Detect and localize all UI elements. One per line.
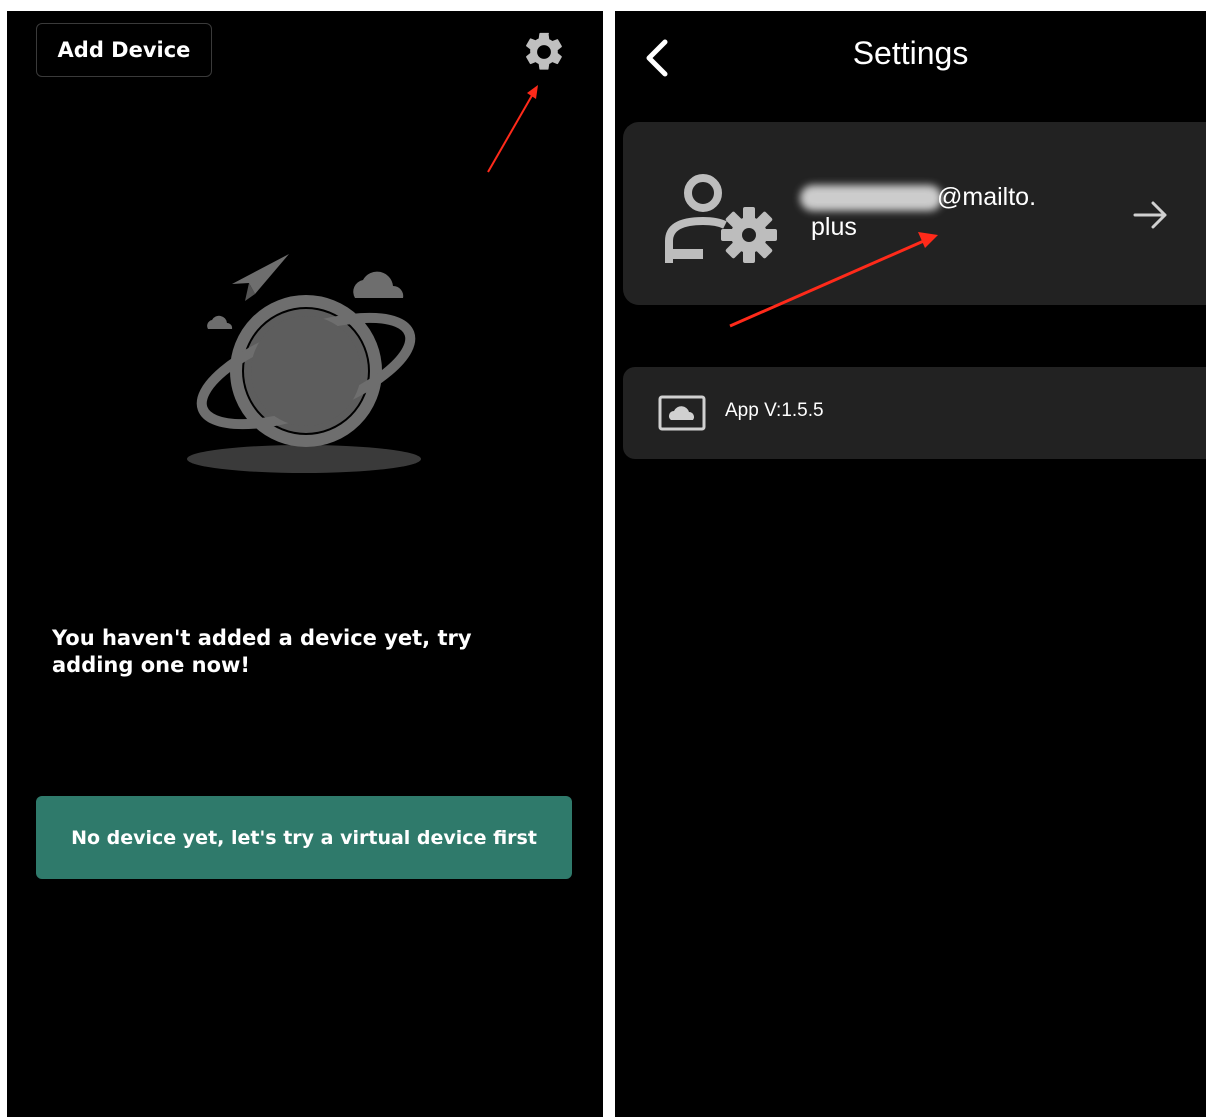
cloud-icon [658,395,706,431]
settings-screen: Settings @mailto. plus App V:1.5.5 [615,11,1206,1117]
account-card[interactable]: @mailto. plus [623,122,1206,305]
email-line-1: @mailto. [937,183,1037,211]
arrow-right-icon[interactable] [1131,199,1171,231]
email-line-2: plus [811,213,857,241]
app-version-text: App V:1.5.5 [725,400,824,421]
home-screen: Add Device You haven't added a device ye… [7,11,603,1117]
account-email: @mailto. plus [811,182,1111,242]
empty-state-message: You haven't added a device yet, try addi… [52,626,472,677]
gear-icon[interactable] [521,29,567,75]
planet-illustration [187,254,421,473]
page-title: Settings [852,35,969,71]
add-device-button[interactable]: Add Device [36,23,212,77]
virtual-device-button[interactable]: No device yet, let's try a virtual devic… [36,796,572,879]
user-settings-icon [665,174,777,263]
app-version-card: App V:1.5.5 [623,367,1206,459]
